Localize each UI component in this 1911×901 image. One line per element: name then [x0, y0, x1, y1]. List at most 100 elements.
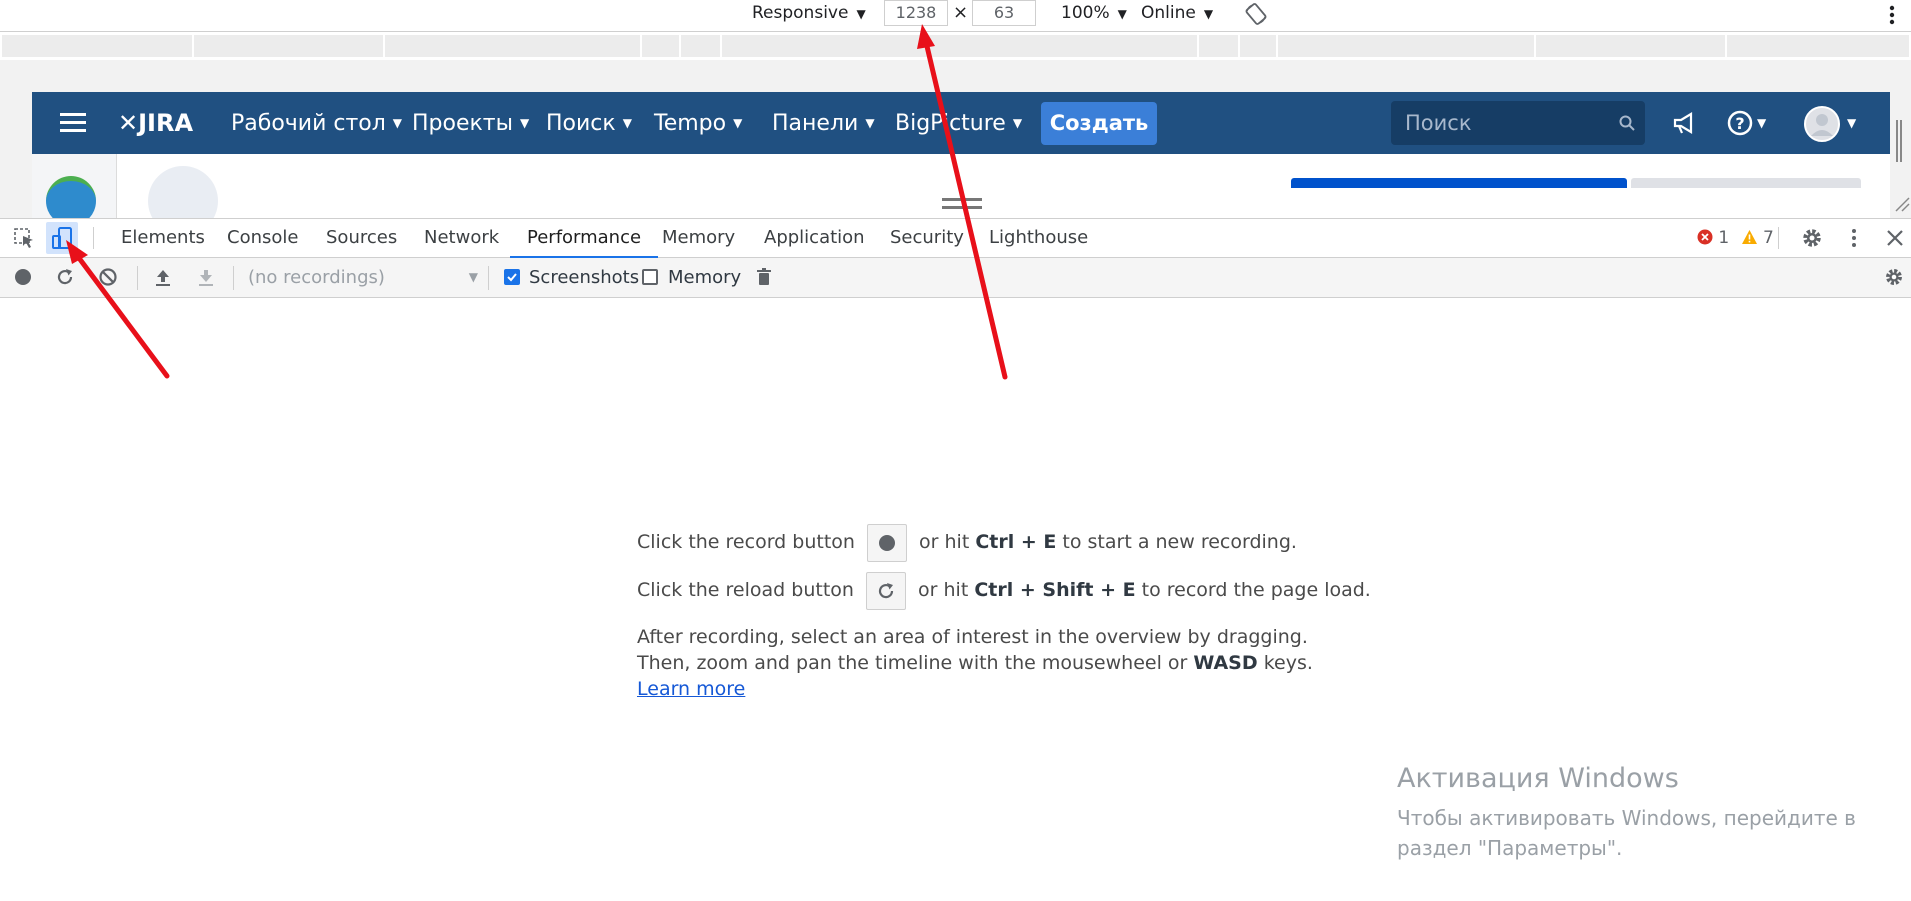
project-avatar[interactable]	[46, 176, 96, 218]
recordings-select[interactable]: (no recordings) ▼	[248, 258, 478, 297]
zoom-select[interactable]: 100% ▼	[1061, 0, 1127, 26]
capture-settings-icon[interactable]	[1884, 267, 1904, 287]
chevron-down-icon: ▼	[1203, 7, 1214, 21]
instruction-text: Then, zoom and pan the timeline with the…	[637, 652, 1188, 674]
tab-console[interactable]: Console	[227, 219, 298, 258]
chevron-down-icon: ▼	[622, 116, 632, 130]
close-icon[interactable]	[1884, 227, 1906, 249]
throttling-select[interactable]: Online ▼	[1141, 0, 1213, 26]
record-shortcut: Ctrl + E	[975, 531, 1057, 553]
create-button[interactable]: Создать	[1041, 102, 1157, 145]
recordings-select-label: (no recordings)	[248, 267, 385, 288]
reload-record-icon[interactable]	[55, 267, 75, 287]
instruction-text: After recording, select an area of inter…	[637, 626, 1308, 648]
instruction-text: Click the record button	[637, 531, 855, 553]
rotate-icon[interactable]	[1244, 1, 1268, 27]
nav-search[interactable]: Поиск ▼	[546, 92, 632, 154]
record-icon[interactable]	[13, 267, 33, 287]
zoom-label: 100%	[1061, 3, 1110, 23]
devtools-tab-bar: Elements Console Sources Network Perform…	[0, 218, 1911, 258]
device-mode-icon	[52, 227, 72, 249]
nav-label: BigPicture	[895, 111, 1006, 136]
checkmark-icon	[507, 273, 517, 282]
width-input[interactable]: 1238	[884, 0, 948, 26]
issues-counter[interactable]: 1 7	[1697, 219, 1774, 257]
upload-icon[interactable]	[153, 267, 173, 287]
throttling-label: Online	[1141, 3, 1196, 23]
tab-elements[interactable]: Elements	[121, 219, 205, 258]
nav-bigpicture[interactable]: BigPicture ▼	[895, 92, 1022, 154]
media-query-ruler[interactable]	[0, 33, 1911, 59]
reload-icon	[878, 582, 894, 598]
more-options-icon[interactable]	[1888, 2, 1896, 28]
instruction-line: Then, zoom and pan the timeline with the…	[637, 650, 1313, 676]
tab-performance[interactable]: Performance	[510, 219, 659, 258]
inspect-element-icon[interactable]	[13, 227, 35, 249]
memory-label[interactable]: Memory	[668, 258, 741, 297]
help-icon[interactable]: ?	[1727, 110, 1753, 136]
download-icon[interactable]	[196, 267, 216, 287]
customize-menu-icon[interactable]	[1843, 227, 1865, 249]
record-instruction: Click the record button or hit Ctrl + E …	[637, 522, 1297, 562]
user-avatar	[148, 166, 218, 218]
error-icon	[1697, 229, 1713, 245]
screenshots-checkbox[interactable]	[504, 269, 520, 285]
settings-gear-icon[interactable]	[1801, 227, 1823, 249]
clear-icon[interactable]	[98, 267, 118, 287]
tab-security[interactable]: Security	[890, 219, 964, 258]
wasd-keys: WASD	[1193, 652, 1258, 674]
resize-handle-bottom[interactable]	[942, 198, 982, 209]
tab-memory[interactable]: Memory	[662, 219, 735, 258]
chevron-down-icon: ▼	[1117, 7, 1127, 21]
nav-projects[interactable]: Проекты ▼	[412, 92, 529, 154]
reload-shortcut: Ctrl + Shift + E	[974, 579, 1136, 601]
record-button[interactable]	[866, 523, 907, 562]
errors-count: 1	[1718, 228, 1730, 248]
warning-icon	[1741, 230, 1757, 244]
windows-activation-text: Чтобы активировать Windows, перейдите в …	[1397, 806, 1856, 860]
tab-network[interactable]: Network	[424, 219, 499, 258]
resize-handle-corner[interactable]	[1894, 196, 1910, 212]
instruction-text: to start a new recording.	[1062, 531, 1297, 553]
jira-logo[interactable]: ✕JIRA	[118, 92, 193, 154]
device-toolbar: Responsive ▼ 1238 × 63 100% ▼ Online ▼	[0, 0, 1911, 32]
secondary-panel	[1631, 178, 1861, 188]
tab-lighthouse[interactable]: Lighthouse	[989, 219, 1088, 258]
megaphone-icon[interactable]	[1673, 111, 1699, 135]
instruction-text: to record the page load.	[1141, 579, 1371, 601]
instruction-text: keys.	[1263, 652, 1313, 674]
performance-toolbar: (no recordings) ▼ Screenshots Memory	[0, 258, 1911, 298]
nav-tempo[interactable]: Tempo ▼	[654, 92, 742, 154]
nav-label: Проекты	[412, 111, 513, 136]
screenshots-label[interactable]: Screenshots	[529, 258, 639, 297]
chevron-down-icon: ▼	[865, 116, 875, 130]
device-mode-select[interactable]: Responsive ▼	[752, 0, 866, 26]
tab-sources[interactable]: Sources	[326, 219, 397, 258]
avatar[interactable]	[1804, 106, 1840, 142]
dimension-separator: ×	[953, 2, 969, 23]
reload-button[interactable]	[865, 571, 906, 610]
tab-application[interactable]: Application	[764, 219, 865, 258]
nav-dashboards[interactable]: Панели ▼	[772, 92, 875, 154]
chevron-down-icon: ▼	[392, 116, 403, 130]
jira-logo-text: JIRA	[138, 109, 194, 137]
jira-search-input[interactable]: Поиск	[1391, 101, 1645, 145]
height-input[interactable]: 63	[972, 0, 1036, 26]
chevron-down-icon: ▼	[519, 116, 530, 130]
chevron-down-icon: ▼	[733, 116, 743, 130]
trash-icon[interactable]	[754, 267, 774, 287]
menu-icon[interactable]	[60, 112, 86, 134]
nav-label: Панели	[772, 111, 859, 136]
resize-handle-right[interactable]	[1896, 120, 1902, 162]
learn-more-link[interactable]: Learn more	[637, 678, 745, 700]
emulated-viewport: ✕JIRA Рабочий стол ▼ Проекты ▼ Поиск ▼ Temp…	[0, 60, 1911, 218]
memory-checkbox[interactable]	[642, 269, 658, 285]
warnings-count: 7	[1763, 228, 1774, 248]
instruction-text: or hit	[919, 531, 970, 553]
nav-label: Поиск	[546, 111, 616, 136]
search-placeholder: Поиск	[1405, 111, 1472, 135]
device-toolbar-toggle[interactable]	[46, 222, 78, 254]
after-recording-instruction: After recording, select an area of inter…	[637, 624, 1313, 702]
record-icon	[878, 534, 895, 551]
nav-dashboard[interactable]: Рабочий стол ▼	[231, 92, 402, 154]
